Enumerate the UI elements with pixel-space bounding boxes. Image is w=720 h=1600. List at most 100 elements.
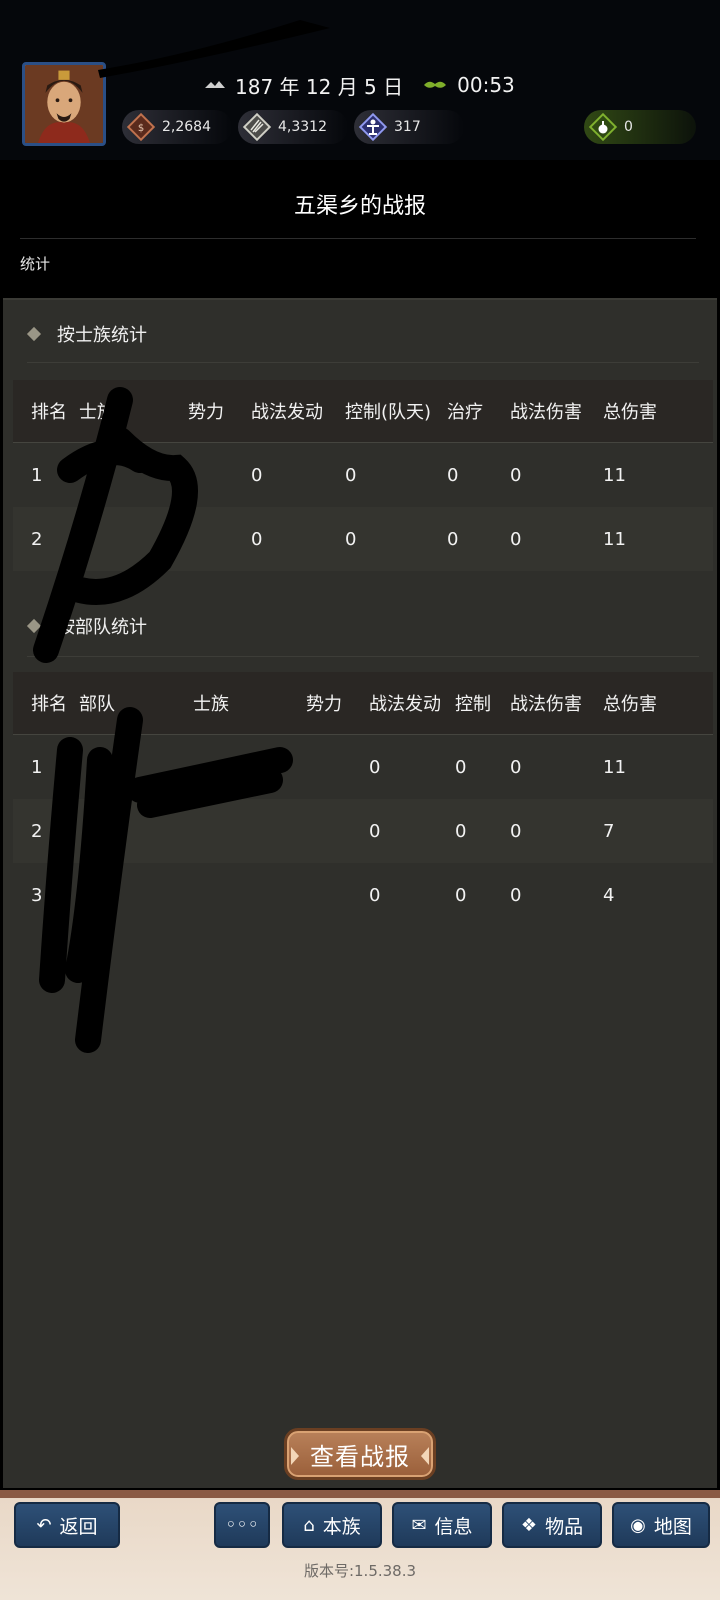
resource-strength-value: 317 xyxy=(394,119,421,135)
map-button[interactable]: ◉ 地图 xyxy=(612,1502,710,1548)
title-divider xyxy=(20,238,696,239)
items-button[interactable]: ❖ 物品 xyxy=(502,1502,602,1548)
resource-potion-value: 0 xyxy=(624,119,633,135)
view-report-label: 查看战报 xyxy=(310,1442,410,1471)
resource-potion[interactable]: 0 xyxy=(584,110,696,144)
cell-rank: 1 xyxy=(31,465,43,486)
map-label: 地图 xyxy=(653,1515,692,1538)
cell-skill-damage: 0 xyxy=(510,465,522,486)
cell-heal: 0 xyxy=(447,465,459,486)
clan-stats-title: 按士族统计 xyxy=(57,325,147,346)
col-skill-trigger: 战法发动 xyxy=(251,402,323,423)
tab-statistics[interactable]: 统计 xyxy=(20,253,50,274)
chat-icon: ✉ xyxy=(411,1514,427,1536)
table-row[interactable]: 2 0 0 0 0 11 xyxy=(13,507,713,571)
svg-text:$: $ xyxy=(138,123,144,134)
cell-total-damage: 11 xyxy=(603,757,626,778)
section-divider xyxy=(27,362,699,363)
clan-icon: ⌂ xyxy=(303,1514,315,1536)
col-troop: 部队 xyxy=(79,694,115,715)
items-label: 物品 xyxy=(545,1515,584,1538)
cell-total-damage: 11 xyxy=(603,529,626,550)
resource-grain-value: 4,3312 xyxy=(278,119,327,135)
cell-control: 0 xyxy=(455,757,467,778)
col-clan: 士族 xyxy=(193,694,229,715)
cell-skill-trigger: 0 xyxy=(251,465,263,486)
col-skill-damage: 战法伤害 xyxy=(510,402,582,423)
section-divider xyxy=(27,656,699,657)
view-report-button[interactable]: 查看战报 xyxy=(284,1428,436,1480)
back-arrow-icon: ↶ xyxy=(36,1514,52,1536)
cell-heal: 0 xyxy=(447,529,459,550)
clan-table-header: 排名 士族 势力 战法发动 控制(队天) 治疗 战法伤害 总伤害 xyxy=(13,380,713,442)
cell-total-damage: 4 xyxy=(603,885,615,906)
diamond-bullet-icon xyxy=(26,618,42,634)
coin-icon: $ xyxy=(126,112,156,142)
cell-skill-trigger: 0 xyxy=(369,885,381,906)
top-bar: 187 年 12 月 5 日 00:53 $ 2,2684 4,3312 317… xyxy=(0,0,720,160)
resource-coin[interactable]: $ 2,2684 xyxy=(122,110,232,144)
season-icon xyxy=(205,81,225,88)
info-button[interactable]: ✉ 信息 xyxy=(392,1502,492,1548)
col-total-damage: 总伤害 xyxy=(603,694,657,715)
cell-skill-damage: 0 xyxy=(510,529,522,550)
game-date-time: 187 年 12 月 5 日 00:53 xyxy=(205,70,515,100)
troop-table-header: 排名 部队 士族 势力 战法发动 控制 战法伤害 总伤害 xyxy=(13,672,713,734)
resource-strength[interactable]: 317 xyxy=(354,110,464,144)
col-control: 控制(队天) xyxy=(345,402,432,423)
page-title: 五渠乡的战报 xyxy=(293,194,426,219)
diamond-bullet-icon xyxy=(26,326,42,342)
cell-skill-trigger: 0 xyxy=(369,757,381,778)
time-icon xyxy=(424,81,447,88)
col-rank: 排名 xyxy=(31,402,67,423)
avatar-portrait-icon xyxy=(25,65,103,143)
map-icon: ◉ xyxy=(630,1514,646,1536)
clan-stats-heading: 按士族统计 xyxy=(26,320,147,348)
table-row[interactable]: 1 0 0 0 11 xyxy=(13,735,713,799)
stats-panel: 按士族统计 排名 士族 势力 战法发动 控制(队天) 治疗 战法伤害 总伤害 1… xyxy=(3,298,717,1488)
cell-total-damage: 11 xyxy=(603,465,626,486)
cell-control: 0 xyxy=(455,821,467,842)
more-button[interactable]: ◦◦◦ xyxy=(214,1502,270,1548)
troop-stats-heading: 按部队统计 xyxy=(26,612,147,640)
table-row[interactable]: 2 0 0 0 7 xyxy=(13,799,713,863)
nav-border xyxy=(0,1490,720,1498)
cell-skill-trigger: 0 xyxy=(251,529,263,550)
resource-grain[interactable]: 4,3312 xyxy=(238,110,348,144)
col-heal: 治疗 xyxy=(447,402,483,423)
col-skill-trigger: 战法发动 xyxy=(369,694,441,715)
col-total-damage: 总伤害 xyxy=(603,402,657,423)
cell-skill-damage: 0 xyxy=(510,885,522,906)
cell-rank: 1 xyxy=(31,757,43,778)
left-arrow-icon xyxy=(291,1447,299,1465)
cell-rank: 3 xyxy=(31,885,43,906)
col-control: 控制 xyxy=(455,694,491,715)
cell-control: 0 xyxy=(345,529,357,550)
clan-button[interactable]: ⌂ 本族 xyxy=(282,1502,382,1548)
cell-control: 0 xyxy=(345,465,357,486)
col-force: 势力 xyxy=(188,402,224,423)
back-button[interactable]: ↶ 返回 xyxy=(14,1502,120,1548)
resource-coin-value: 2,2684 xyxy=(162,119,211,135)
game-time: 00:53 xyxy=(457,73,515,97)
more-dots-icon: ◦◦◦ xyxy=(225,1514,259,1536)
cell-rank: 2 xyxy=(31,529,43,550)
player-avatar[interactable] xyxy=(22,62,106,146)
game-date: 187 年 12 月 5 日 xyxy=(235,74,404,99)
table-row[interactable]: 3 0 0 0 4 xyxy=(13,863,713,927)
col-clan: 士族 xyxy=(79,402,115,423)
items-icon: ❖ xyxy=(520,1514,538,1536)
table-row[interactable]: 1 0 0 0 0 11 xyxy=(13,443,713,507)
right-arrow-icon xyxy=(421,1447,429,1465)
col-rank: 排名 xyxy=(31,694,67,715)
troop-stats-title: 按部队统计 xyxy=(57,617,147,638)
info-label: 信息 xyxy=(434,1515,473,1538)
version-label: 版本号:1.5.38.3 xyxy=(303,1562,417,1580)
cell-skill-damage: 0 xyxy=(510,821,522,842)
cell-total-damage: 7 xyxy=(603,821,615,842)
potion-icon xyxy=(588,112,618,142)
col-skill-damage: 战法伤害 xyxy=(510,694,582,715)
bottom-nav: ↶ 返回 ◦◦◦ ⌂ 本族 ✉ 信息 ❖ 物品 ◉ 地图 xyxy=(0,1490,720,1600)
clan-label: 本族 xyxy=(322,1515,361,1538)
cell-rank: 2 xyxy=(31,821,43,842)
